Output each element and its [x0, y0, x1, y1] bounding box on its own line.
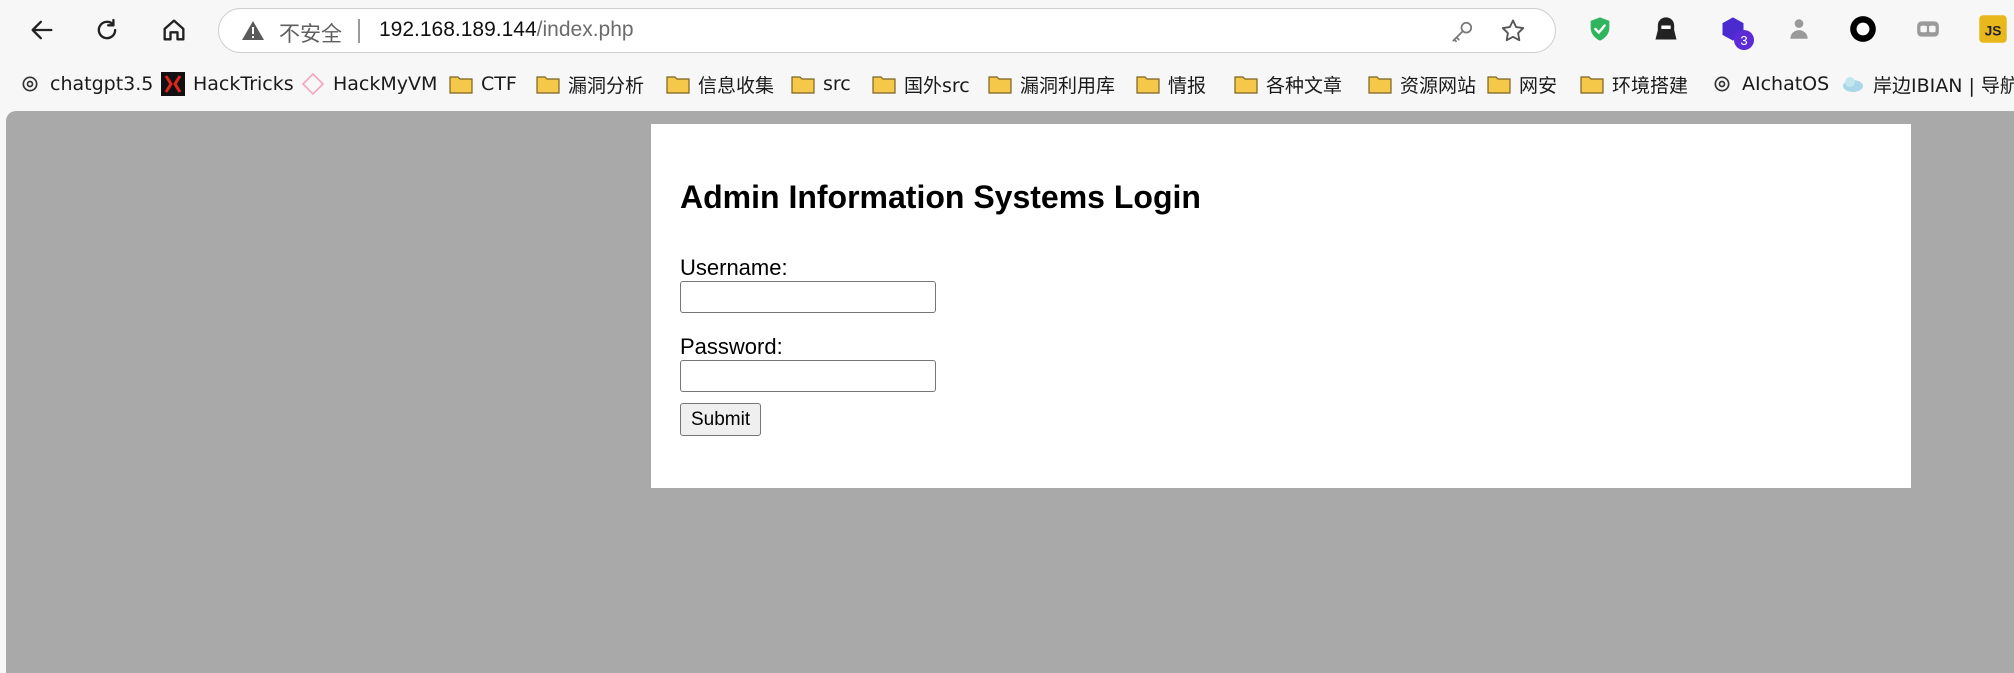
username-input[interactable] — [680, 281, 936, 313]
bookmark-label: 资源网站 — [1400, 74, 1477, 97]
page-title: Admin Information Systems Login — [680, 179, 1201, 215]
bookmark-label: 环境搭建 — [1612, 74, 1689, 97]
warning-icon[interactable] — [241, 19, 265, 43]
bookmark-item[interactable]: CTF — [449, 70, 517, 98]
shield-check-icon[interactable] — [1583, 12, 1617, 46]
bookmark-label: 信息收集 — [698, 74, 775, 97]
username-label: Username: — [680, 255, 788, 280]
url-path: /index.php — [536, 18, 634, 41]
refresh-icon — [97, 18, 117, 40]
bookmark-item[interactable]: 岸边IBIAN | 导航E — [1841, 70, 2014, 98]
bookmark-item[interactable]: HackMyVM — [301, 70, 437, 98]
tab-icon[interactable] — [1911, 12, 1945, 46]
openai-icon — [22, 76, 38, 92]
ring-icon[interactable] — [1846, 12, 1880, 46]
address-separator — [358, 19, 360, 43]
bookmark-item[interactable]: 环境搭建 — [1580, 70, 1688, 98]
folder-icon — [791, 76, 815, 94]
folder-icon — [449, 76, 473, 94]
password-label: Password: — [680, 334, 783, 359]
home-button[interactable] — [154, 10, 194, 50]
url-host: 192.168.189.144 — [379, 18, 537, 41]
openai-icon — [1714, 76, 1730, 92]
bookmark-label: 网安 — [1519, 74, 1558, 97]
submit-button[interactable]: Submit — [680, 403, 762, 436]
page-viewport: Admin Information Systems Login Username… — [6, 111, 2014, 673]
folder-icon — [1136, 76, 1160, 94]
bookmark-label: 漏洞分析 — [568, 74, 645, 97]
bookmark-label: 国外src — [904, 74, 970, 97]
bookmarks-bar: chatgpt3.5 HackTricks HackMyVM CTF 漏洞分析 信息收集 s… — [0, 62, 2014, 106]
folder-icon — [536, 76, 560, 94]
bookmark-item[interactable]: chatgpt3.5 — [20, 70, 153, 98]
folder-icon — [1234, 76, 1258, 94]
bookmark-item[interactable]: 网安 — [1487, 70, 1557, 98]
browser-toolbar: 不安全 192.168.189.144/index.php 3 JS — [0, 0, 2014, 60]
password-input[interactable] — [680, 360, 936, 392]
bookmark-label: chatgpt3.5 — [50, 73, 154, 95]
folder-icon — [872, 76, 896, 94]
folder-icon — [666, 76, 690, 94]
js-icon[interactable]: JS — [1976, 12, 2010, 46]
purple-cube-icon[interactable]: 3 — [1716, 12, 1754, 50]
key-icon[interactable] — [1449, 19, 1475, 45]
bookmark-item[interactable]: 漏洞分析 — [536, 70, 644, 98]
bookmark-label: HackTricks — [193, 73, 294, 95]
bookmark-label: src — [823, 73, 851, 95]
extension-badge: 3 — [1734, 30, 1754, 50]
security-status-label[interactable]: 不安全 — [279, 18, 342, 48]
bookmark-label: HackMyVM — [333, 73, 438, 95]
bookmark-label: 岸边IBIAN | 导航E — [1873, 74, 2014, 97]
url-text[interactable]: 192.168.189.144/index.php — [379, 18, 634, 42]
bookmark-label: 情报 — [1168, 74, 1207, 97]
login-card: Admin Information Systems Login Username… — [651, 124, 1911, 488]
folder-icon — [1580, 76, 1604, 94]
bookmark-item[interactable]: AIchatOS — [1712, 70, 1829, 98]
bookmark-item[interactable]: src — [791, 70, 851, 98]
bookmark-label: 漏洞利用库 — [1020, 74, 1116, 97]
home-icon — [163, 19, 185, 41]
hacker-icon[interactable] — [1649, 12, 1683, 46]
folder-icon — [1487, 76, 1511, 94]
bookmark-label: 各种文章 — [1266, 74, 1343, 97]
cloud-icon — [1843, 77, 1863, 92]
folder-icon — [988, 76, 1012, 94]
refresh-button[interactable] — [87, 10, 127, 50]
bookmark-item[interactable]: 信息收集 — [666, 70, 774, 98]
bookmark-item[interactable]: 国外src — [872, 70, 970, 98]
bookmark-label: AIchatOS — [1742, 73, 1830, 95]
svg-text:JS: JS — [1985, 23, 2002, 38]
back-button[interactable] — [22, 10, 62, 50]
bookmark-label: CTF — [481, 73, 517, 95]
bookmark-item[interactable]: 各种文章 — [1234, 70, 1342, 98]
diamond-icon — [301, 72, 325, 96]
bookmark-item[interactable]: 漏洞利用库 — [988, 70, 1115, 98]
bookmark-item[interactable]: 情报 — [1136, 70, 1206, 98]
back-arrow-icon — [31, 20, 53, 40]
folder-icon — [1368, 76, 1392, 94]
bookmark-item[interactable]: 资源网站 — [1368, 70, 1476, 98]
hacktricks-icon — [161, 72, 185, 96]
star-icon[interactable] — [1499, 17, 1527, 45]
puzzle-gray-icon[interactable] — [1782, 12, 1816, 46]
address-bar[interactable]: 不安全 192.168.189.144/index.php — [218, 8, 1556, 53]
bookmark-item[interactable]: HackTricks — [161, 70, 294, 98]
